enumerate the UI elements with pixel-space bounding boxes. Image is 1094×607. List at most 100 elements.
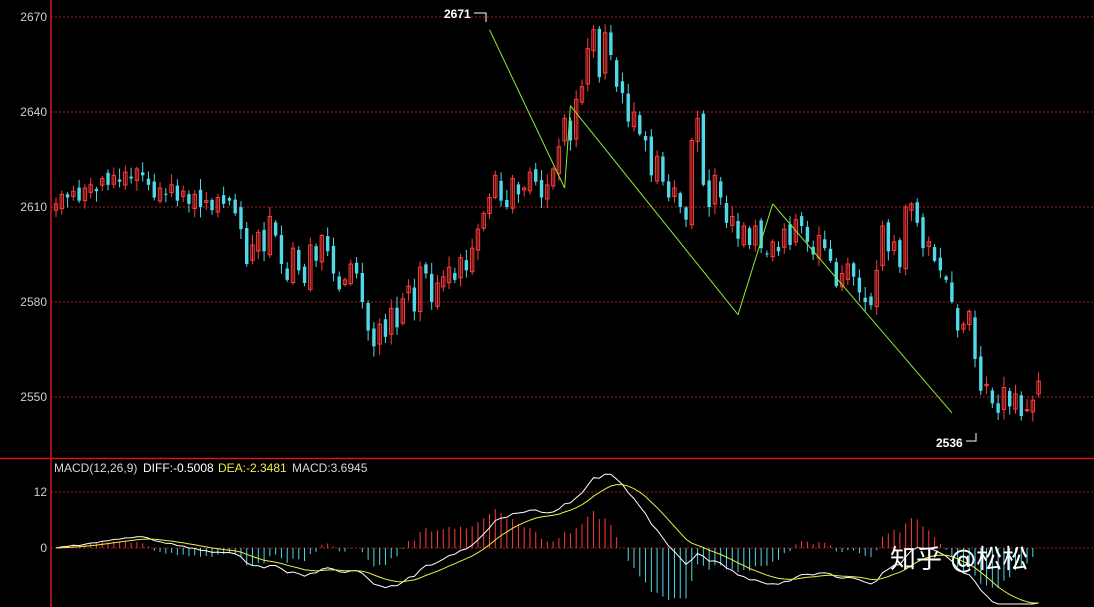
- candle-body: [973, 317, 977, 359]
- candle-body: [643, 136, 648, 141]
- candle-body: [152, 181, 156, 198]
- candle-body: [129, 176, 133, 179]
- macd-lines: [55, 473, 1039, 605]
- candle-body: [805, 226, 810, 242]
- y-tick-label: 2610: [20, 200, 47, 214]
- candle-body: [354, 262, 359, 274]
- candle-body: [979, 356, 983, 391]
- candle-body: [302, 266, 307, 283]
- candle-body: [626, 93, 630, 122]
- candle-body: [279, 235, 284, 264]
- candle-body: [955, 308, 960, 331]
- low-annotation: 2536: [936, 436, 963, 450]
- candle-body: [395, 307, 399, 328]
- candle-body: [331, 245, 336, 274]
- candle-body: [620, 81, 625, 93]
- candle-body: [239, 207, 243, 230]
- candle-body: [990, 390, 995, 404]
- candle-body: [314, 246, 318, 261]
- price-axis-ticks: 2670 2640 2610 2580 2550: [20, 10, 47, 404]
- y-tick-label: 2550: [20, 390, 47, 404]
- candle-body: [227, 198, 232, 201]
- candle-body: [273, 222, 278, 236]
- candle-body: [141, 172, 145, 176]
- candle-body: [245, 228, 249, 264]
- candle-body: [106, 172, 110, 185]
- candle-body: [996, 403, 1000, 413]
- candle-body: [857, 277, 862, 293]
- high-annotation: 2671: [444, 7, 471, 21]
- candle-body: [736, 221, 740, 239]
- candle-body: [366, 302, 370, 331]
- candle-body: [678, 193, 682, 207]
- trend-line: [489, 29, 566, 189]
- y-tick-label: 2580: [20, 295, 47, 309]
- candle-body: [747, 228, 752, 245]
- macd-tick-label: 12: [34, 485, 48, 499]
- candle-body: [534, 169, 538, 182]
- diff-label: DIFF:-0.5008: [143, 461, 214, 475]
- candles: [53, 24, 1041, 422]
- candle-body: [823, 239, 827, 249]
- candle-body: [65, 194, 70, 198]
- grid-lines: [51, 16, 1094, 398]
- candle-body: [649, 136, 654, 176]
- candle-body: [210, 199, 214, 211]
- candle-body: [863, 297, 867, 302]
- candle-body: [828, 248, 833, 261]
- candle-body: [297, 249, 301, 271]
- candle-body: [932, 246, 937, 261]
- candle-body: [851, 263, 856, 277]
- macd-tick-label: 0: [40, 541, 47, 555]
- candle-body: [117, 179, 122, 182]
- candle-body: [1019, 395, 1023, 416]
- candle-body: [609, 32, 613, 55]
- candle-body: [198, 189, 203, 207]
- candle-body: [921, 217, 925, 249]
- candle-body: [464, 260, 469, 271]
- candle-body: [221, 195, 226, 204]
- candle-body: [146, 178, 151, 185]
- candle-body: [666, 181, 671, 198]
- trend-line: [570, 105, 739, 315]
- candle-body: [597, 28, 602, 78]
- watermark: 知乎 @松松: [890, 545, 1028, 575]
- candle-body: [77, 187, 81, 201]
- macd-indicator-label: MACD(12,26,9): [54, 461, 137, 475]
- candle-body: [834, 262, 838, 287]
- candle-body: [412, 287, 417, 312]
- y-tick-label: 2670: [20, 10, 47, 24]
- macd-value-label: MACD:3.6945: [292, 461, 368, 475]
- candle-body: [187, 194, 191, 204]
- dea-label: DEA:-2.3481: [218, 461, 287, 475]
- candle-body: [684, 207, 688, 220]
- candle-body: [661, 156, 665, 182]
- trend-line: [772, 203, 953, 414]
- candle-body: [424, 264, 428, 274]
- candle-body: [886, 222, 891, 252]
- candle-body: [944, 276, 948, 280]
- candle-body: [325, 236, 330, 252]
- candle-body: [233, 199, 237, 214]
- candle-body: [724, 203, 729, 223]
- candle-body: [430, 273, 434, 302]
- price-annotations: 2671 2536: [444, 7, 977, 450]
- candle-body: [505, 199, 509, 207]
- candle-body: [707, 180, 711, 207]
- candle-body: [164, 193, 168, 195]
- candle-body: [950, 282, 954, 302]
- candle-body: [938, 257, 943, 271]
- candle-body: [1008, 390, 1012, 407]
- candle-body: [372, 328, 376, 347]
- candle-body: [701, 113, 706, 185]
- diff-line: [55, 473, 1039, 605]
- macd-legend: MACD(12,26,9) DIFF:-0.5008 DEA:-2.3481 M…: [54, 461, 368, 475]
- candle-body: [453, 273, 457, 280]
- candle-body: [360, 272, 365, 302]
- candle-body: [1024, 409, 1030, 412]
- candle-body: [175, 185, 180, 201]
- candle-body: [94, 188, 99, 192]
- candle-body: [776, 246, 781, 252]
- candle-body: [383, 319, 388, 337]
- kline-chart: 2670 2640 2610 2580 2550 2671 2536 12 0 MACD(…: [0, 0, 1094, 607]
